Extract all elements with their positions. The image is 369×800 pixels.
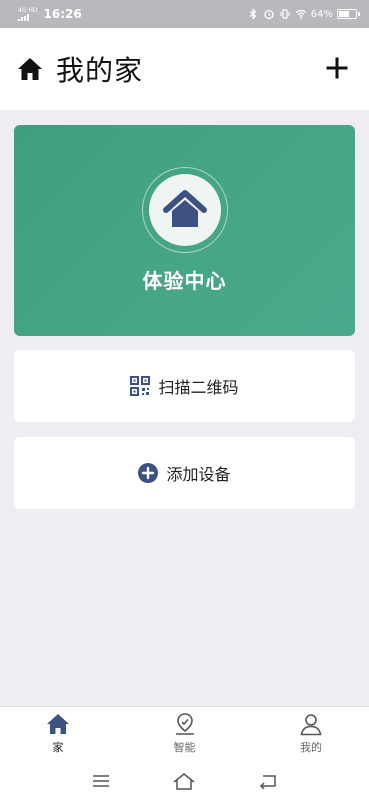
house-icon	[162, 190, 207, 227]
tab-smart[interactable]: 智能	[155, 707, 215, 762]
signal-icon	[18, 13, 29, 21]
tab-me[interactable]: 我的	[281, 707, 341, 762]
bottom-nav: 家 智能 我的	[0, 706, 369, 762]
tab-home-label: 家	[52, 741, 64, 754]
header: 我的家	[0, 28, 369, 110]
qr-code-icon	[130, 376, 151, 396]
status-left: 4G HD 16:26	[18, 7, 82, 21]
vibrate-icon	[280, 9, 290, 19]
menu-icon[interactable]	[91, 773, 111, 789]
add-home-button[interactable]	[325, 56, 349, 80]
status-time: 16:26	[43, 7, 82, 21]
system-home-icon[interactable]	[172, 772, 196, 790]
network-indicator: 4G HD	[18, 7, 38, 21]
tab-home[interactable]: 家	[28, 707, 88, 762]
scan-qr-label: 扫描二维码	[158, 378, 239, 397]
home-icon	[18, 58, 42, 80]
experience-center-card[interactable]: 体验中心	[14, 125, 355, 336]
page-title: 我的家	[56, 54, 144, 87]
status-right: 64%	[247, 8, 360, 20]
battery-icon	[337, 9, 360, 19]
experience-center-label: 体验中心	[142, 269, 227, 293]
status-bar: 4G HD 16:26 64%	[0, 0, 369, 28]
alarm-icon	[264, 9, 274, 20]
wifi-icon	[295, 9, 307, 19]
system-navigation-bar	[0, 762, 369, 800]
hero-icon-circle	[148, 174, 221, 246]
home-icon	[47, 714, 69, 734]
bluetooth-icon	[249, 8, 257, 20]
tab-smart-label: 智能	[173, 741, 196, 754]
add-device-button[interactable]: 添加设备	[14, 437, 355, 509]
add-device-label: 添加设备	[166, 465, 231, 484]
plus-circle-icon	[138, 463, 159, 483]
scan-qr-button[interactable]: 扫描二维码	[14, 350, 355, 422]
battery-percent: 64%	[310, 8, 333, 20]
tab-me-label: 我的	[300, 741, 322, 754]
hero-icon-ring	[141, 167, 228, 253]
back-icon[interactable]	[258, 773, 278, 789]
user-icon	[300, 714, 322, 736]
smart-location-icon	[175, 713, 194, 735]
